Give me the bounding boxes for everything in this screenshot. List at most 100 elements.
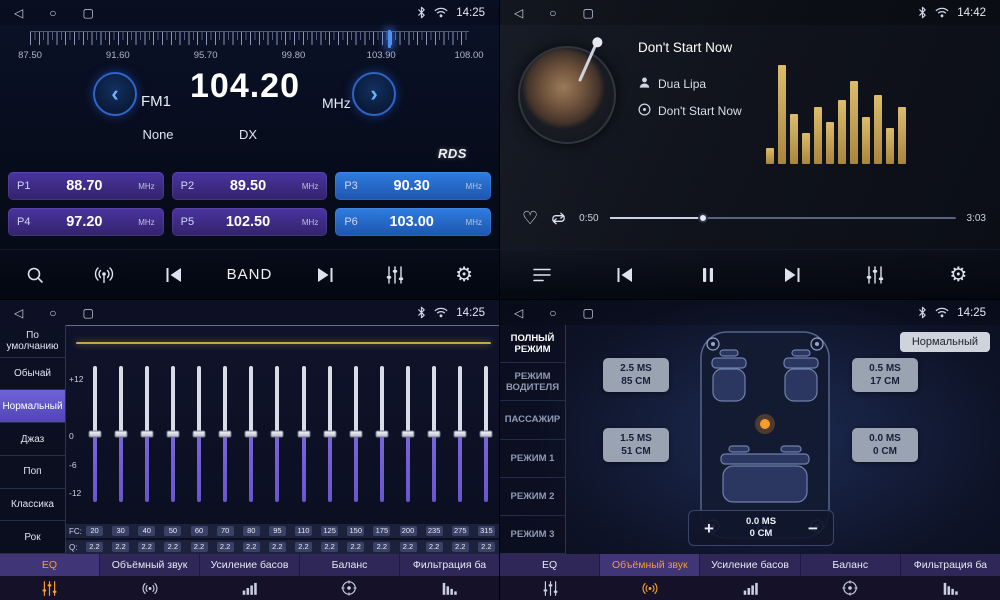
tune-up-button[interactable]: ›	[352, 72, 396, 116]
prev-track-button[interactable]	[608, 255, 642, 295]
back-button[interactable]: ◁	[14, 307, 23, 319]
eq-slider-handle[interactable]	[480, 431, 493, 438]
tab-surround[interactable]: Объёмный звук	[100, 554, 200, 576]
eq-slider-handle[interactable]	[140, 431, 153, 438]
eq-slider-handle[interactable]	[297, 431, 310, 438]
eq-band-slider[interactable]	[426, 366, 443, 502]
eq-band-slider[interactable]	[112, 366, 129, 502]
eq-preset-default[interactable]: По умолчанию	[0, 325, 65, 358]
back-button[interactable]: ◁	[514, 7, 523, 19]
band-button[interactable]: BAND	[227, 255, 273, 295]
eq-band-slider[interactable]	[400, 366, 417, 502]
recents-button[interactable]: ▢	[82, 7, 93, 19]
tab-bass-boost[interactable]: Усиление басов	[700, 554, 800, 576]
home-button[interactable]: ○	[49, 307, 56, 319]
mode-1[interactable]: РЕЖИМ 1	[500, 440, 565, 478]
repeat-icon[interactable]	[549, 211, 568, 226]
tab-filter[interactable]: Фильтрация ба	[400, 554, 499, 576]
eq-slider-handle[interactable]	[219, 431, 232, 438]
progress-bar[interactable]	[610, 217, 956, 219]
delay-rear-left[interactable]: 1.5 MS 51 CM	[603, 428, 669, 462]
settings-gear-icon[interactable]: ⚙	[447, 255, 481, 295]
eq-band-slider[interactable]	[347, 366, 364, 502]
favorite-heart-icon[interactable]: ♡	[522, 209, 538, 227]
delay-front-left[interactable]: 2.5 MS 85 CM	[603, 358, 669, 392]
eq-preset-classic[interactable]: Классика	[0, 489, 65, 522]
home-button[interactable]: ○	[549, 307, 556, 319]
eq-band-slider[interactable]	[191, 366, 208, 502]
surround-icon[interactable]	[100, 576, 200, 600]
eq-band-slider[interactable]	[321, 366, 338, 502]
surround-preset-button[interactable]: Нормальный	[900, 332, 990, 352]
mode-full[interactable]: ПОЛНЫЙ РЕЖИМ	[500, 325, 565, 363]
mode-passenger[interactable]: ПАССАЖИР	[500, 401, 565, 439]
eq-slider-handle[interactable]	[88, 431, 101, 438]
tab-eq[interactable]: EQ	[0, 554, 100, 576]
eq-preset-jazz[interactable]: Джаз	[0, 423, 65, 456]
next-track-button[interactable]	[775, 255, 809, 295]
home-button[interactable]: ○	[549, 7, 556, 19]
recents-button[interactable]: ▢	[582, 7, 593, 19]
eq-slider-handle[interactable]	[271, 431, 284, 438]
balance-target-icon[interactable]	[299, 576, 399, 600]
increase-delay-button[interactable]: +	[699, 520, 719, 537]
eq-slider-handle[interactable]	[428, 431, 441, 438]
eq-band-slider[interactable]	[452, 366, 469, 502]
mode-2[interactable]: РЕЖИМ 2	[500, 478, 565, 516]
balance-target-icon[interactable]	[800, 576, 900, 600]
preset-button-p2[interactable]: P2 89.50 MHz	[172, 172, 328, 200]
eq-band-slider[interactable]	[478, 366, 495, 502]
preset-button-p3[interactable]: P3 90.30 MHz	[335, 172, 491, 200]
progress-knob[interactable]	[698, 213, 708, 223]
delay-rear-right[interactable]: 0.0 MS 0 CM	[852, 428, 918, 462]
eq-band-slider[interactable]	[295, 366, 312, 502]
tune-down-button[interactable]: ‹	[93, 72, 137, 116]
filter-icon[interactable]	[900, 576, 1000, 600]
eq-band-slider[interactable]	[217, 366, 234, 502]
tab-filter[interactable]: Фильтрация ба	[901, 554, 1000, 576]
eq-band-slider[interactable]	[373, 366, 390, 502]
tuner-scan-button[interactable]	[87, 255, 121, 295]
eq-slider-handle[interactable]	[193, 431, 206, 438]
mode-driver[interactable]: РЕЖИМ ВОДИТЕЛЯ	[500, 363, 565, 401]
decrease-delay-button[interactable]: −	[803, 520, 823, 537]
mode-3[interactable]: РЕЖИМ 3	[500, 516, 565, 554]
eq-mixer-icon[interactable]	[858, 255, 892, 295]
tab-balance[interactable]: Баланс	[300, 554, 400, 576]
eq-preset-normal[interactable]: Нормальный	[0, 390, 65, 423]
eq-band-slider[interactable]	[243, 366, 260, 502]
preset-button-p4[interactable]: P4 97.20 MHz	[8, 208, 164, 236]
filter-icon[interactable]	[399, 576, 499, 600]
preset-button-p6[interactable]: P6 103.00 MHz	[335, 208, 491, 236]
eq-slider-handle[interactable]	[114, 431, 127, 438]
preset-button-p1[interactable]: P1 88.70 MHz	[8, 172, 164, 200]
delay-front-right[interactable]: 0.5 MS 17 CM	[852, 358, 918, 392]
next-station-button[interactable]	[308, 255, 342, 295]
back-button[interactable]: ◁	[514, 307, 523, 319]
prev-station-button[interactable]	[157, 255, 191, 295]
eq-preset-custom[interactable]: Обычай	[0, 358, 65, 391]
recents-button[interactable]: ▢	[582, 307, 593, 319]
tab-eq[interactable]: EQ	[500, 554, 600, 576]
eq-preset-rock[interactable]: Рок	[0, 521, 65, 554]
tab-surround[interactable]: Объёмный звук	[600, 554, 700, 576]
pause-button[interactable]	[691, 255, 725, 295]
bass-boost-icon[interactable]	[700, 576, 800, 600]
settings-gear-icon[interactable]: ⚙	[941, 255, 975, 295]
tab-balance[interactable]: Баланс	[801, 554, 901, 576]
eq-band-slider[interactable]	[138, 366, 155, 502]
surround-icon[interactable]	[600, 576, 700, 600]
home-button[interactable]: ○	[49, 7, 56, 19]
eq-band-slider[interactable]	[269, 366, 286, 502]
eq-band-slider[interactable]	[164, 366, 181, 502]
eq-slider-handle[interactable]	[323, 431, 336, 438]
eq-slider-handle[interactable]	[454, 431, 467, 438]
preset-button-p5[interactable]: P5 102.50 MHz	[172, 208, 328, 236]
bass-boost-icon[interactable]	[200, 576, 300, 600]
recents-button[interactable]: ▢	[82, 307, 93, 319]
search-stations-button[interactable]	[18, 255, 52, 295]
back-button[interactable]: ◁	[14, 7, 23, 19]
eq-slider-handle[interactable]	[375, 431, 388, 438]
playlist-icon[interactable]	[525, 255, 559, 295]
eq-mixer-icon[interactable]	[378, 255, 412, 295]
